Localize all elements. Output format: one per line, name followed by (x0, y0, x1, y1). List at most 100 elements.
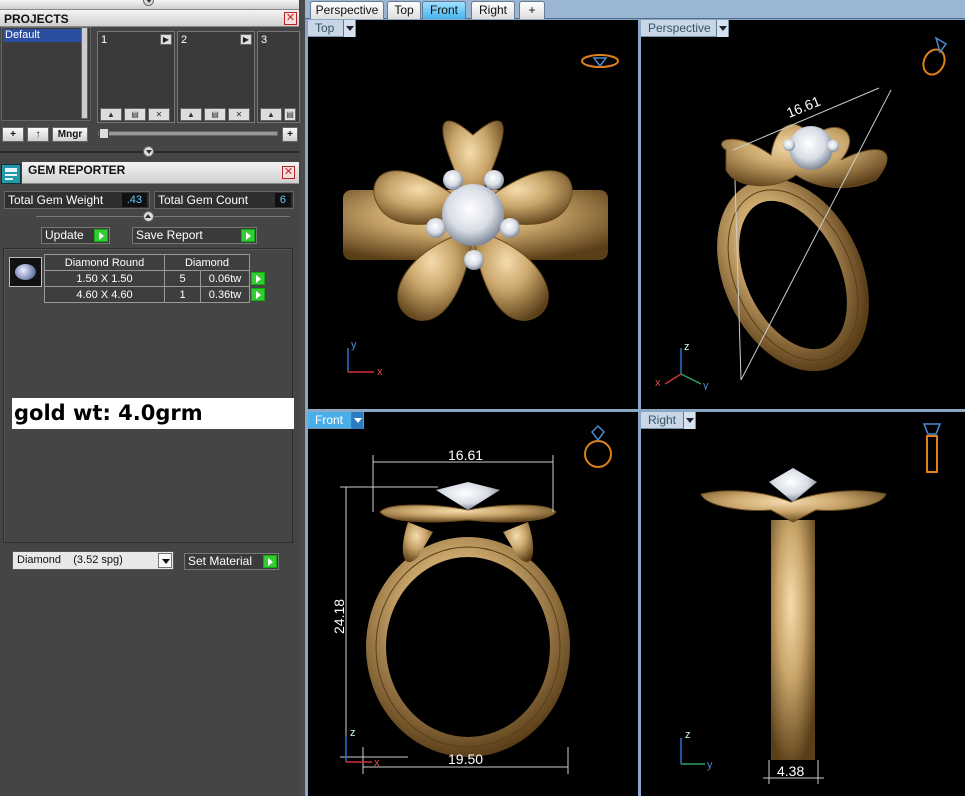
axis-z-label: z (685, 729, 691, 741)
collapse-grip-middle[interactable] (143, 146, 154, 157)
projects-list[interactable]: Default (1, 27, 91, 121)
update-button[interactable]: Update (41, 227, 110, 244)
update-label: Update (45, 228, 84, 242)
projects-scrollbar[interactable] (79, 27, 90, 121)
collapse-grip-gem[interactable] (143, 211, 154, 222)
table-row: 4.60 X 4.60 1 0.36tw (44, 286, 266, 303)
axis-z-label: z (350, 727, 356, 739)
total-gem-count-label: Total Gem Count (158, 193, 249, 207)
save-report-button[interactable]: Save Report (132, 227, 257, 244)
slot-play-icon[interactable]: ▶ (240, 34, 252, 45)
material-select[interactable]: Diamond (3.52 spg) (12, 551, 174, 570)
projects-header: PROJECTS ✕ (0, 10, 299, 27)
viewport-label-text: Right (648, 413, 677, 427)
tab-perspective[interactable]: Perspective (310, 1, 384, 19)
table-header-row: Diamond Round Diamond (44, 254, 266, 271)
slot-save-icon[interactable]: ▤ (284, 108, 296, 121)
row-play-icon[interactable] (250, 272, 265, 285)
slot-save-icon[interactable]: ▤ (204, 108, 226, 121)
total-gem-count-value: 6 (274, 193, 291, 207)
viewport-label-text: Perspective (648, 21, 711, 35)
slider-thumb[interactable] (99, 128, 109, 139)
update-play-icon (94, 229, 108, 242)
gem-shape-header: Diamond Round (44, 254, 165, 271)
slot-play-icon[interactable]: ▶ (160, 34, 172, 45)
slider-add-button[interactable]: + (282, 127, 298, 142)
axis-y-label: y (707, 759, 713, 771)
view-cube-right-icon[interactable] (918, 420, 948, 476)
projects-zoom-slider[interactable] (98, 128, 278, 139)
perspective-dimension: 16.61 (784, 93, 823, 121)
viewport-right[interactable]: 4.38 Right z y (641, 412, 965, 796)
front-width-dimension: 16.61 (448, 447, 483, 463)
gem-reporter-icon (1, 164, 21, 184)
total-gem-count: Total Gem Count 6 (154, 191, 294, 209)
viewport-perspective[interactable]: 16.61 Perspective z x y (641, 20, 965, 409)
project-slot-3[interactable]: 3 ▲ ▤ (257, 31, 300, 123)
slot-delete-icon[interactable]: ✕ (228, 108, 250, 121)
viewport-label-perspective[interactable]: Perspective (641, 20, 729, 37)
slot-up-icon[interactable]: ▲ (260, 108, 282, 121)
gem-reporter-close-icon[interactable]: ✕ (282, 166, 295, 179)
set-material-button[interactable]: Set Material (184, 553, 279, 570)
viewport-front[interactable]: 16.61 24.18 19.50 Front z x (308, 412, 638, 796)
axis-triad-icon: z x (345, 727, 380, 768)
axis-z-label: z (684, 341, 690, 353)
chevron-down-icon[interactable] (158, 553, 172, 568)
slot-up-icon[interactable]: ▲ (180, 108, 202, 121)
chevron-down-icon[interactable] (343, 20, 355, 37)
right-width-dimension: 4.38 (777, 763, 804, 779)
view-cube-top-icon[interactable] (578, 50, 624, 72)
slot-up-icon[interactable]: ▲ (100, 108, 122, 121)
axis-x-label: x (377, 366, 383, 376)
tab-front[interactable]: Front (422, 1, 466, 19)
viewport-label-front[interactable]: Front (308, 412, 364, 429)
gem-count: 1 (164, 286, 201, 303)
header-spacer (250, 255, 266, 271)
projects-close-icon[interactable]: ✕ (284, 12, 297, 25)
add-project-button[interactable]: + (2, 127, 24, 142)
row-play-icon[interactable] (250, 288, 265, 301)
gem-reporter-header: GEM REPORTER ✕ (22, 162, 299, 184)
gem-table: Diamond Round Diamond 1.50 X 1.50 5 0.06… (44, 254, 266, 303)
gem-reporter-title: GEM REPORTER (28, 163, 126, 177)
chevron-down-icon[interactable] (716, 20, 728, 37)
chevron-down-icon[interactable] (351, 412, 363, 429)
viewport-top[interactable]: Top y x (308, 20, 638, 409)
chevron-down-icon[interactable] (683, 412, 695, 429)
total-gem-weight: Total Gem Weight .43 (4, 191, 150, 209)
projects-toolbar: + ↑ Mngr (2, 127, 88, 142)
project-item-default[interactable]: Default (3, 29, 81, 42)
add-tab-button[interactable]: + (519, 1, 545, 19)
gem-weight: 0.36tw (200, 286, 250, 303)
save-report-label: Save Report (136, 228, 203, 242)
slot-number: 3 (261, 34, 268, 46)
viewport-tabbar: Perspective Top Front Right + (305, 0, 965, 19)
move-up-button[interactable]: ↑ (27, 127, 49, 142)
diamond-round-thumbnail-icon (9, 257, 42, 287)
manager-button[interactable]: Mngr (52, 127, 88, 142)
total-gem-weight-label: Total Gem Weight (8, 193, 104, 207)
gem-size: 1.50 X 1.50 (44, 270, 165, 287)
tab-top[interactable]: Top (387, 1, 421, 19)
slot-number: 2 (181, 34, 188, 46)
viewport-area: Perspective Top Front Right + Top y x 16… (305, 0, 965, 796)
material-value: Diamond (3.52 spg) (17, 554, 123, 566)
save-report-play-icon (241, 229, 255, 242)
viewport-label-top[interactable]: Top (308, 20, 356, 37)
view-cube-perspective-icon[interactable] (916, 32, 956, 78)
slot-save-icon[interactable]: ▤ (124, 108, 146, 121)
slot-number: 1 (101, 34, 108, 46)
viewport-label-text: Front (315, 413, 344, 427)
slot-delete-icon[interactable]: ✕ (148, 108, 170, 121)
front-height-dimension: 24.18 (331, 599, 347, 634)
left-panel: PROJECTS ✕ Default 1 ▶ ▲ ▤ ✕ 2 ▶ ▲ ▤ ✕ 3… (0, 0, 300, 796)
viewport-label-right[interactable]: Right (641, 412, 696, 429)
projects-title: PROJECTS (4, 12, 69, 26)
view-cube-front-icon[interactable] (580, 422, 620, 472)
set-material-play-icon (263, 555, 277, 568)
table-row: 1.50 X 1.50 5 0.06tw (44, 270, 266, 287)
project-slot-2[interactable]: 2 ▶ ▲ ▤ ✕ (177, 31, 255, 123)
project-slot-1[interactable]: 1 ▶ ▲ ▤ ✕ (97, 31, 175, 123)
tab-right[interactable]: Right (471, 1, 515, 19)
